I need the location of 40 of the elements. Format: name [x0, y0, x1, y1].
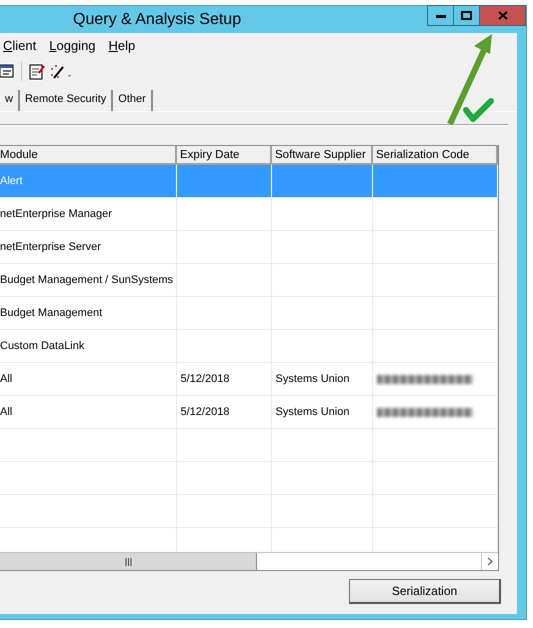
table-row[interactable]: Budget Management / SunSystems — [0, 264, 497, 296]
expiry-date-cell: 5/12/2018 — [176, 362, 271, 396]
checkmark-icon — [463, 98, 494, 122]
menu-item[interactable]: Logging — [49, 38, 96, 58]
minimize-icon — [436, 14, 446, 18]
table-row[interactable]: Custom DataLink — [0, 330, 497, 362]
close-icon — [498, 11, 508, 20]
column-header[interactable]: Module — [0, 146, 176, 164]
module-cell: All — [0, 362, 176, 396]
table-row[interactable]: All 5/12/2018 Systems Union — [0, 362, 497, 396]
expiry-date-cell: 5/12/2018 — [176, 396, 271, 428]
notepad-icon[interactable] — [29, 62, 45, 80]
module-cell: All — [0, 396, 176, 428]
minimize-button[interactable] — [427, 5, 454, 26]
close-button[interactable] — [479, 5, 526, 26]
grip-icon — [124, 558, 132, 566]
menu-item[interactable]: Help — [108, 38, 136, 58]
chevron-right-icon — [487, 557, 493, 566]
column-header[interactable]: Expiry Date — [176, 146, 271, 164]
module-cell: Budget Management / SunSystems — [0, 264, 176, 296]
module-cell: netEnterprise Server — [0, 230, 176, 264]
supplier-cell: Systems Union — [271, 362, 372, 396]
module-cell: netEnterprise Manager — [0, 198, 176, 230]
table-row[interactable]: All 5/12/2018 Systems Union — [0, 396, 497, 428]
module-cell: Alert — [0, 164, 176, 198]
supplier-cell: Systems Union — [271, 396, 372, 428]
maximize-button[interactable] — [453, 5, 480, 26]
table-row[interactable]: netEnterprise Manager — [0, 198, 497, 230]
serialization-button[interactable]: Serialization — [349, 579, 501, 604]
table-row[interactable]: netEnterprise Server — [0, 230, 497, 264]
menu-item[interactable]: Client — [3, 38, 36, 58]
scrollbar-thumb[interactable] — [0, 553, 257, 570]
maximize-icon — [461, 11, 472, 20]
column-header[interactable]: Serialization Code — [372, 146, 497, 164]
module-cell: Budget Management — [0, 296, 176, 330]
window-title: Query & Analysis Setup — [73, 10, 242, 28]
table-row[interactable]: Budget Management — [0, 296, 497, 330]
window-icon[interactable] — [0, 63, 14, 79]
column-header[interactable]: Software Supplier — [271, 146, 372, 164]
module-cell: Custom DataLink — [0, 330, 176, 362]
